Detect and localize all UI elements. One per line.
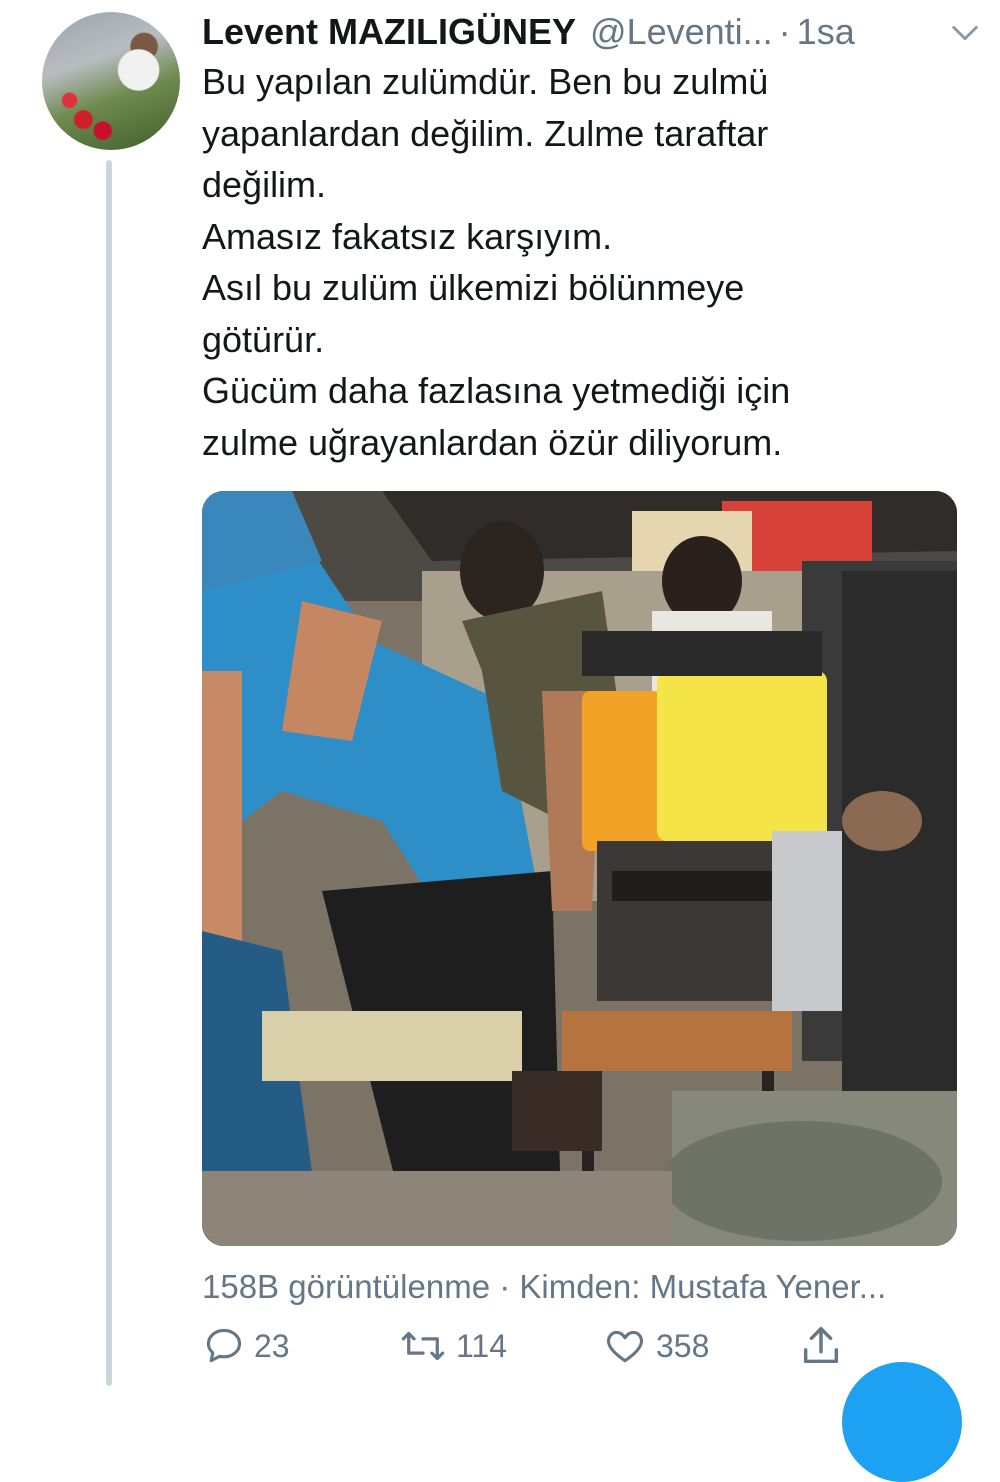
- share-button[interactable]: [798, 1316, 852, 1376]
- share-icon: [803, 1327, 839, 1364]
- chevron-down-icon[interactable]: [948, 16, 982, 50]
- tweet-video[interactable]: [202, 491, 957, 1246]
- like-button[interactable]: 358: [602, 1316, 709, 1376]
- tweet-meta: 158B görüntülenme · Kimden: Mustafa Yene…: [202, 1268, 887, 1305]
- author-name[interactable]: Levent MAZILIGÜNEY: [202, 11, 576, 53]
- tweet-text: Bu yapılan zulümdür. Ben bu zulmü yapanl…: [202, 56, 962, 468]
- tweet-time[interactable]: 1sa: [797, 11, 855, 53]
- tweet-actions: 23 114 358: [202, 1316, 982, 1376]
- compose-tweet-button[interactable]: [842, 1362, 962, 1482]
- video-frame: [202, 491, 957, 1246]
- retweet-count: 114: [456, 1327, 508, 1364]
- author-avatar[interactable]: [42, 12, 180, 150]
- thread-line: [106, 160, 112, 1386]
- tweet-text-line: yapanlardan değilim. Zulme taraftar: [202, 112, 769, 154]
- author-handle[interactable]: @Leventi...: [590, 11, 773, 53]
- tweet-text-line: Gücüm daha fazlasına yetmediği için: [202, 370, 791, 411]
- tweet-text-line: Bu yapılan zulümdür. Ben bu zulmü: [202, 61, 769, 102]
- tweet-text-line: zulme uğrayanlardan özür diliyorum.: [202, 421, 783, 463]
- tweet-text-line: Amasız fakatsız karşıyım.: [202, 215, 613, 257]
- tweet-text-line: Asıl bu zulüm ülkemizi bölünmeye: [202, 267, 745, 308]
- like-count: 358: [656, 1327, 710, 1364]
- reply-count: 23: [254, 1327, 290, 1364]
- retweet-icon: [401, 1331, 445, 1361]
- separator-dot: ·: [778, 11, 791, 52]
- tweet-header: Levent MAZILIGÜNEY @Leventi... · 1sa: [202, 8, 982, 56]
- tweet-text-line: değilim.: [202, 164, 327, 205]
- heart-icon: [606, 1330, 644, 1363]
- reply-icon: [206, 1328, 242, 1363]
- reply-button[interactable]: 23: [202, 1316, 290, 1376]
- retweet-button[interactable]: 114: [398, 1316, 507, 1376]
- tweet-text-line: götürür.: [202, 318, 325, 360]
